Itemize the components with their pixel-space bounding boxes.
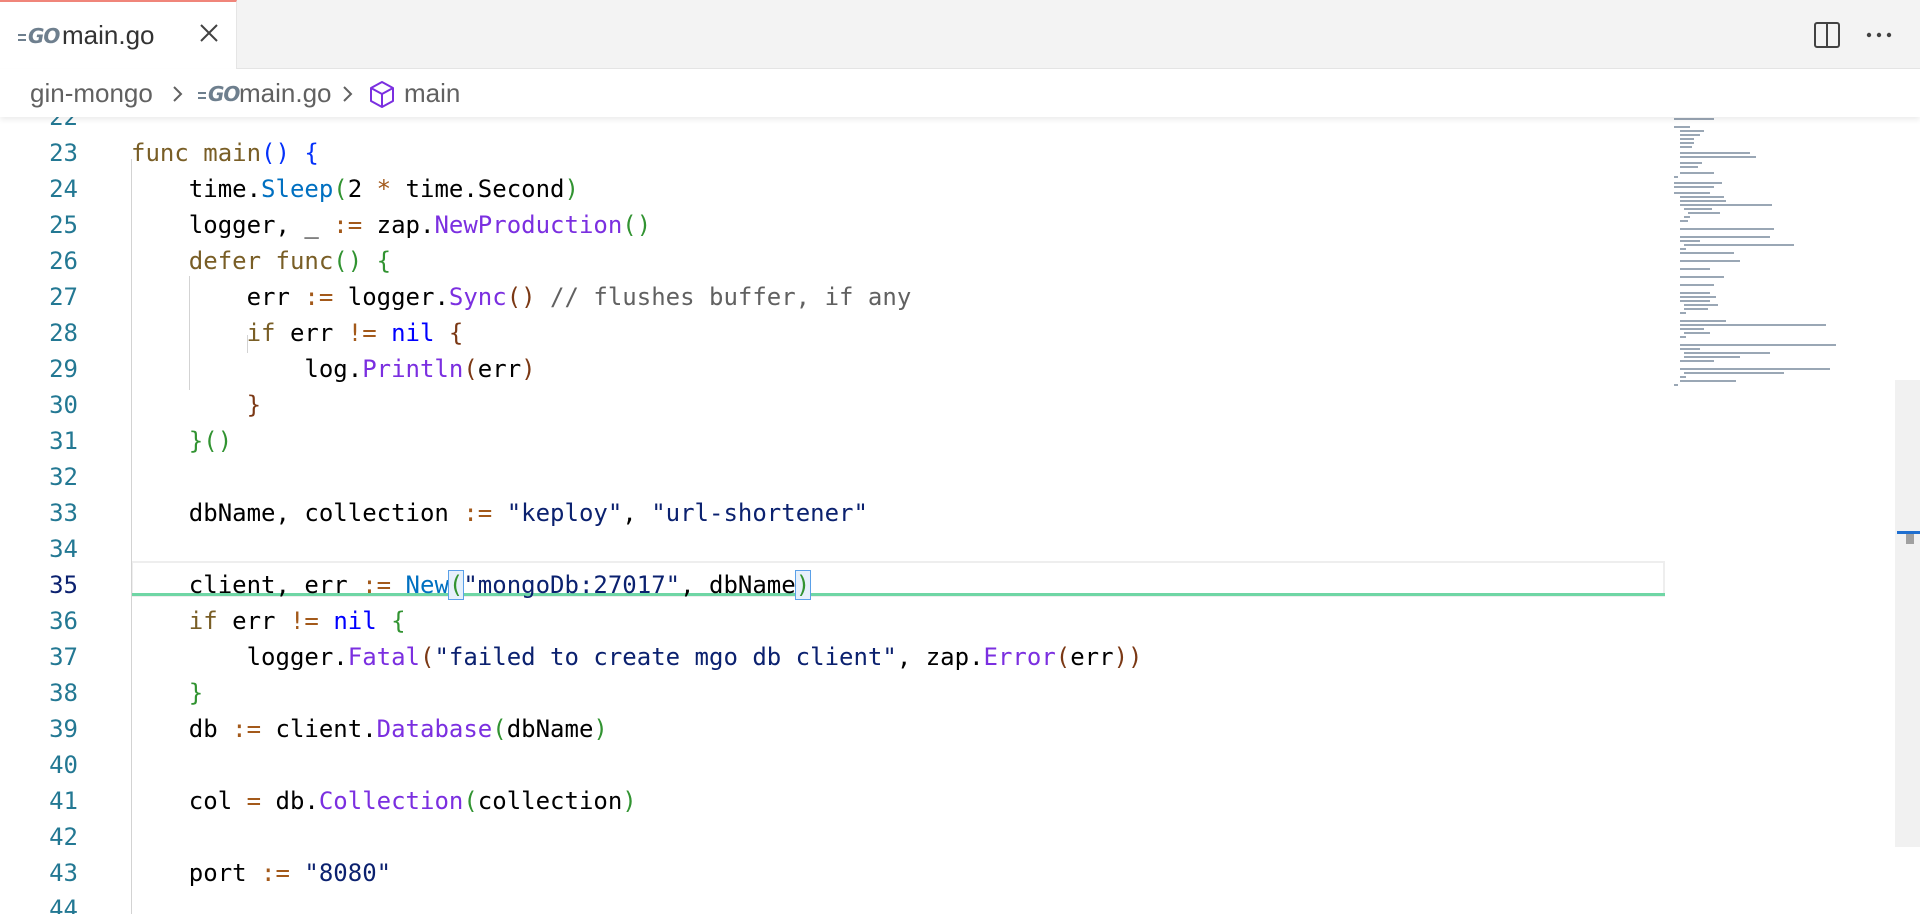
tab-bar: GO main.go bbox=[0, 0, 1920, 69]
code-line: 40 bbox=[49, 751, 78, 779]
code-line: 29 log.Println(err) bbox=[49, 355, 536, 383]
code-line: 30 } bbox=[49, 391, 262, 419]
breadcrumb-folder[interactable]: gin-mongo bbox=[30, 78, 153, 109]
chevron-right-icon bbox=[173, 86, 183, 102]
more-actions-icon[interactable] bbox=[1862, 18, 1896, 52]
close-icon[interactable] bbox=[192, 16, 226, 50]
minimap[interactable] bbox=[1672, 112, 1872, 412]
cube-icon bbox=[370, 81, 394, 108]
code-editor[interactable]: 22 23 func main() { 24 time.Sleep(2 * tim… bbox=[0, 117, 1895, 914]
code-line: 38 } bbox=[49, 679, 204, 707]
code-line: 41 col = db.Collection(collection) bbox=[49, 787, 637, 815]
code-line: 34 bbox=[49, 535, 78, 563]
code-line: 44 bbox=[49, 895, 78, 914]
code-line: 22 bbox=[49, 117, 78, 131]
code-line: 26 defer func() { bbox=[49, 247, 392, 275]
code-line: 33 dbName, collection := "keploy", "url-… bbox=[49, 499, 868, 527]
tab-label: main.go bbox=[62, 20, 155, 50]
code-line: 28 if err != nil { bbox=[49, 319, 464, 347]
code-line: 25 logger, _ := zap.NewProduction() bbox=[49, 211, 652, 239]
tab-main-go[interactable]: GO main.go bbox=[0, 0, 237, 69]
breadcrumb-symbol[interactable]: main bbox=[404, 78, 460, 109]
go-file-icon: GO bbox=[198, 82, 240, 106]
code-line: 27 err := logger.Sync() // flushes buffe… bbox=[49, 283, 912, 311]
code-line: 43 port := "8080" bbox=[49, 859, 392, 887]
vertical-scrollbar[interactable] bbox=[1895, 380, 1920, 847]
scrollbar-overview-marker bbox=[1906, 534, 1914, 544]
code-line: 32 bbox=[49, 463, 78, 491]
code-line: 36 if err != nil { bbox=[49, 607, 406, 635]
code-line: 37 logger.Fatal("failed to create mgo db… bbox=[49, 643, 1143, 671]
code-line: 31 }() bbox=[49, 427, 233, 455]
chevron-right-icon bbox=[343, 86, 353, 102]
code-line: 39 db := client.Database(dbName) bbox=[49, 715, 608, 743]
code-line: 24 time.Sleep(2 * time.Second) bbox=[49, 175, 579, 203]
split-editor-icon[interactable] bbox=[1810, 18, 1844, 52]
breadcrumb: gin-mongo GO main.go main bbox=[0, 69, 1920, 117]
breadcrumb-file[interactable]: main.go bbox=[239, 78, 332, 109]
code-line: 23 func main() { bbox=[49, 139, 319, 167]
go-file-icon: GO bbox=[18, 24, 60, 48]
code-line: 42 bbox=[49, 823, 78, 851]
code-line-active: 35 client, err := New("mongoDb:27017", d… bbox=[49, 570, 812, 600]
